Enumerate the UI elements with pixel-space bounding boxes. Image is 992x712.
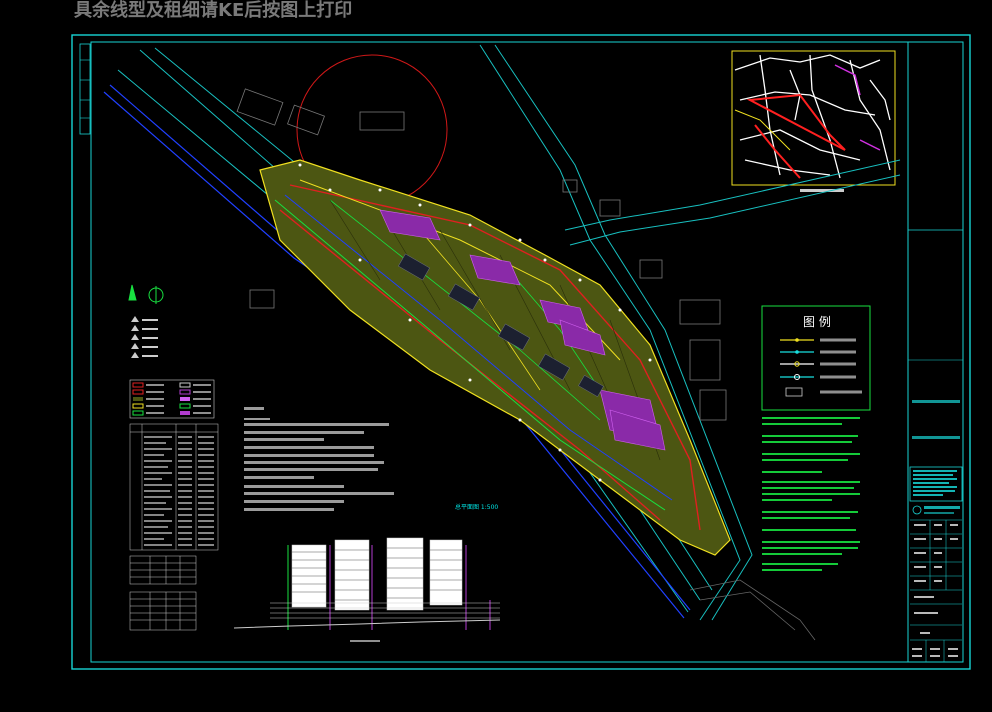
legend-box: 图 例 xyxy=(761,305,871,411)
title-block xyxy=(907,42,963,662)
design-notes-green xyxy=(762,417,860,571)
location-key-map xyxy=(731,50,896,192)
site-plan xyxy=(259,159,731,556)
cad-drawing: 图 例 总平面图 1:500 xyxy=(71,34,971,670)
general-notes xyxy=(244,407,394,511)
elevation-drawing xyxy=(233,537,501,642)
binding-strip xyxy=(79,43,91,135)
legend-title: 图 例 xyxy=(803,315,831,329)
symbol-list xyxy=(131,316,158,358)
scale-label: 总平面图 1:500 xyxy=(455,503,498,511)
area-table xyxy=(129,591,197,631)
economic-indicator-rows xyxy=(144,436,214,546)
north-arrow xyxy=(128,284,164,304)
parking-table xyxy=(129,555,197,585)
material-legend xyxy=(129,379,215,419)
